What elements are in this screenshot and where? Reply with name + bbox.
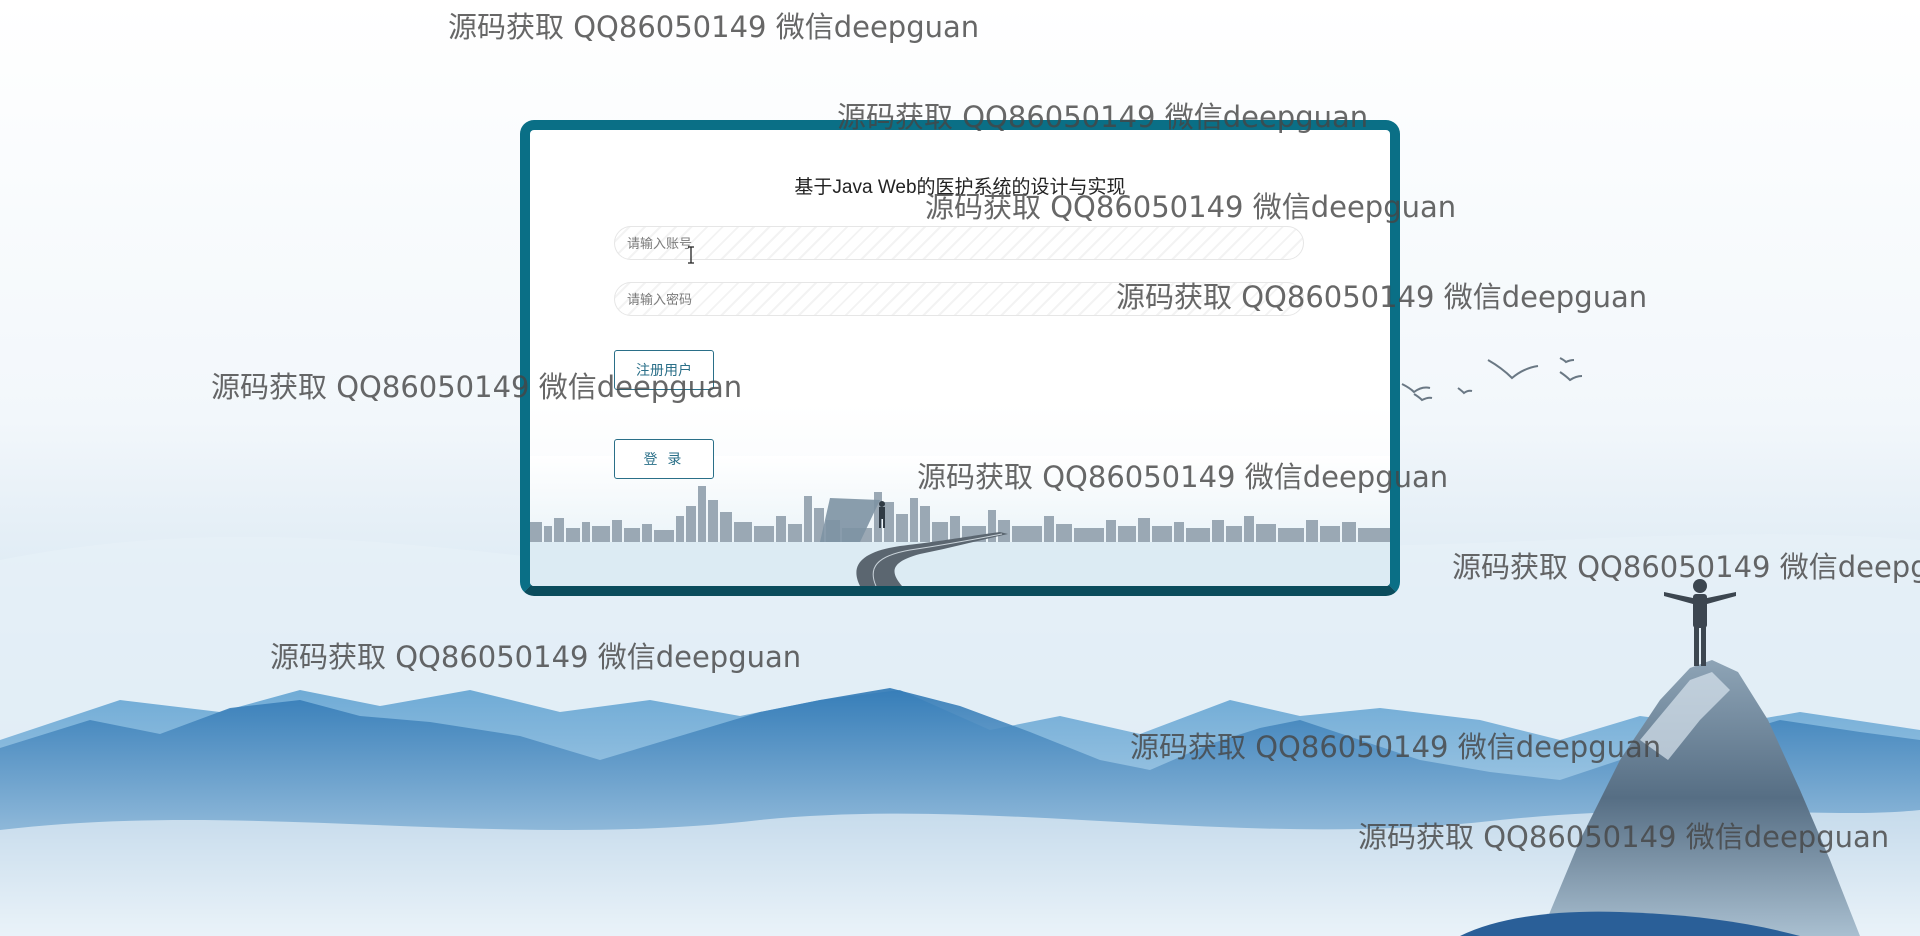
register-button[interactable]: 注册用户	[614, 350, 714, 390]
text-cursor-icon	[688, 246, 694, 264]
password-input[interactable]	[614, 282, 1304, 316]
login-card: 基于Java Web的医护系统的设计与实现 注册用户 登 录	[520, 120, 1400, 596]
login-button[interactable]: 登 录	[614, 439, 714, 479]
system-title: 基于Java Web的医护系统的设计与实现	[794, 177, 1126, 198]
account-input[interactable]	[614, 226, 1304, 260]
